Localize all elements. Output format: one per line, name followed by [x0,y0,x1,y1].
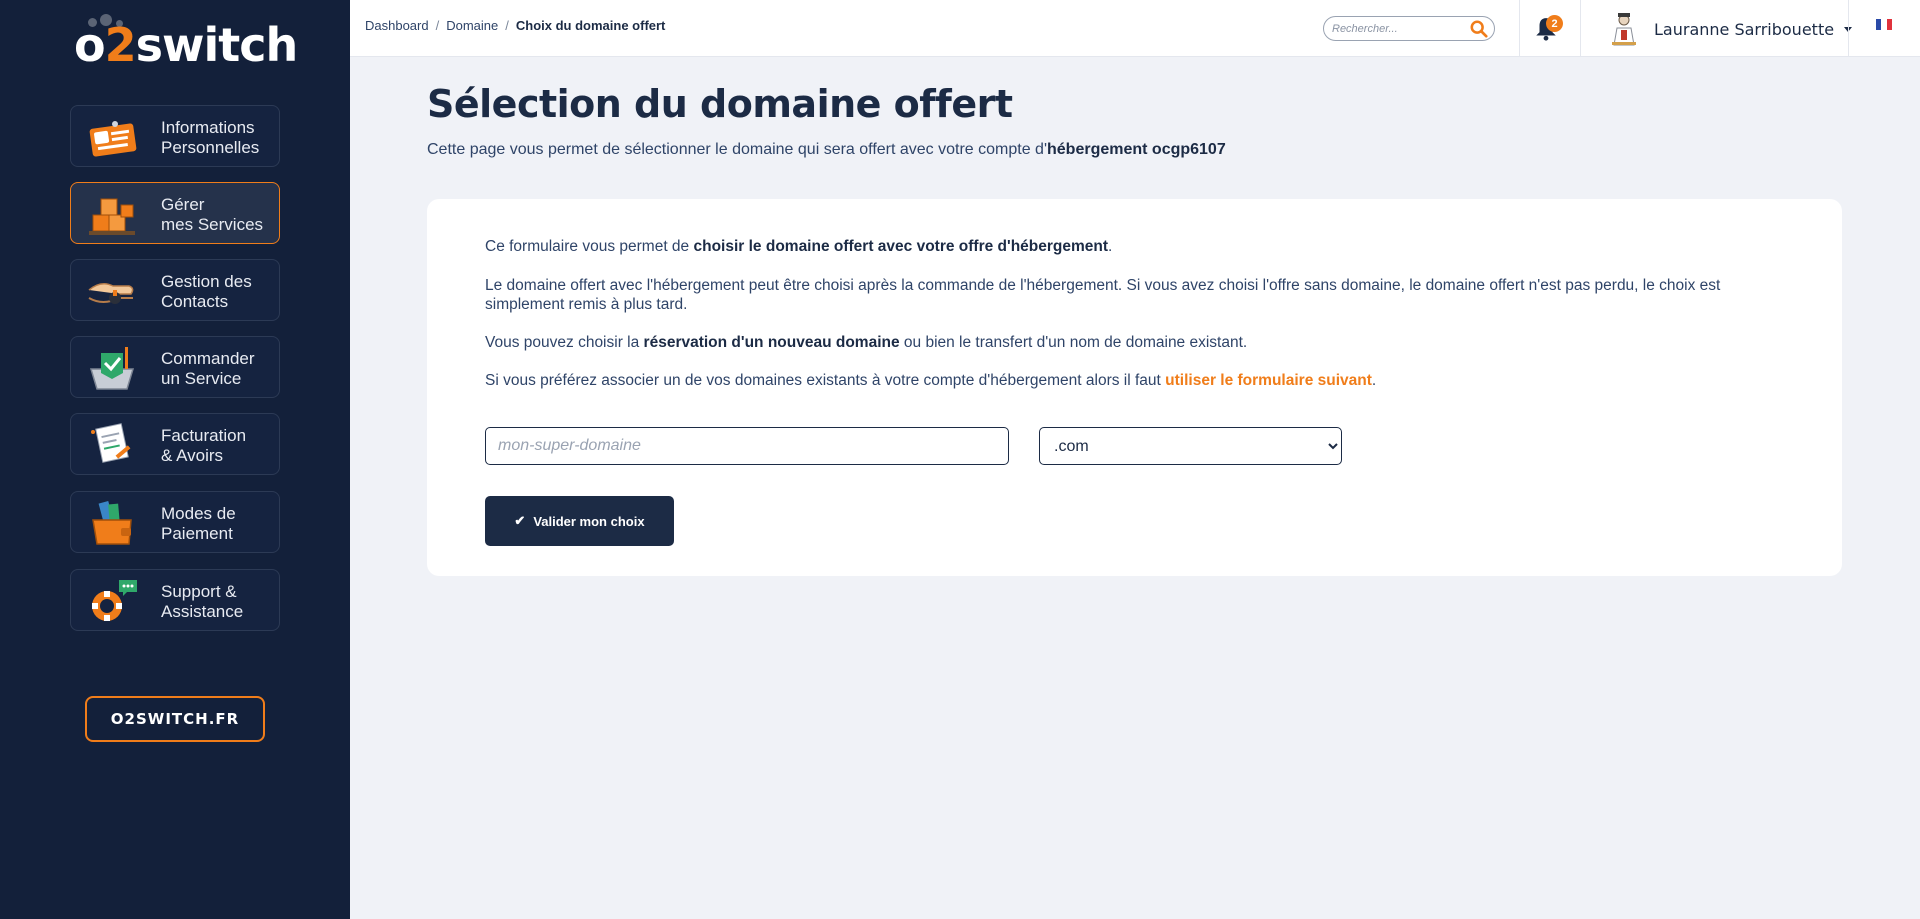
intro-paragraph: Ce formulaire vous permet de choisir le … [485,238,1113,255]
o2switch-logo[interactable]: o2switch [74,14,298,74]
user-name: Lauranne Sarribouette [1654,19,1835,39]
domain-name-input[interactable] [485,427,1009,465]
search-input[interactable] [1332,20,1462,38]
sidebar-item-commander-un-service[interactable]: Commander un Service [70,336,280,398]
sidebar: o2switch Informations Personnelles Gérer… [0,0,350,919]
notification-badge: 2 [1546,15,1563,32]
sidebar-item-modes-de-paiement[interactable]: Modes de Paiement [70,491,280,553]
topbar: Dashboard / Domaine / Choix du domaine offer… [350,0,1920,57]
breadcrumb-link-domaine[interactable]: Domaine [446,18,498,33]
sidebar-item-label: Support & Assistance [161,582,244,621]
breadcrumb-separator: / [505,18,509,33]
breadcrumb: Dashboard / Domaine / Choix du domaine offer… [365,18,665,33]
shopping-basket-icon [89,347,135,390]
sidebar-item-label: Modes de Paiement [161,504,236,543]
info-paragraph: Le domaine offert avec l'hébergement peu… [485,277,1721,313]
topbar-divider [1580,0,1581,57]
tld-select[interactable]: .com [1039,427,1342,465]
sidebar-item-gestion-des-contacts[interactable]: Gestion des Contacts [70,259,280,321]
domain-selection-card: Ce formulaire vous permet de choisir le … [427,199,1842,576]
validate-choice-label: Valider mon choix [533,513,645,529]
logo-text: o2switch [74,18,298,72]
boxes-icon [89,198,135,235]
sidebar-item-support-assistance[interactable]: Support & Assistance [70,569,280,631]
avatar [1612,13,1636,46]
sidebar-item-label: Informations Personnelles [161,118,260,157]
existing-domain-paragraph: Si vous préférez associer un de vos doma… [485,372,1377,389]
check-icon: ✔ [514,513,526,528]
search-box [1323,16,1495,41]
page-title: Sélection du domaine offert [427,82,1013,126]
existing-domain-form-link[interactable]: utiliser le formulaire suivant [1165,372,1372,389]
handshake-icon [88,283,134,304]
page-subtitle: Cette page vous permet de sélectionner l… [427,141,1226,158]
validate-choice-button[interactable]: ✔ Valider mon choix [485,496,674,546]
wallet-icon [92,501,132,545]
sidebar-item-label: Commander un Service [161,349,255,388]
hosting-account-name: hébergement ocgp6107 [1047,141,1226,158]
user-menu[interactable]: Lauranne Sarribouette [1608,12,1853,46]
sidebar-item-gerer-mes-services[interactable]: Gérer mes Services [70,182,280,244]
topbar-divider [1519,0,1520,57]
choice-paragraph: Vous pouvez choisir la réservation d'un … [485,334,1248,351]
o2switch-site-button[interactable]: O2SWITCH.FR [85,696,265,742]
breadcrumb-link-dashboard[interactable]: Dashboard [365,18,429,33]
invoice-icon [91,423,131,463]
lifebuoy-icon [92,580,137,621]
sidebar-item-label: Gestion des Contacts [161,272,252,311]
id-card-icon [89,121,137,157]
breadcrumb-current: Choix du domaine offert [515,18,666,33]
sidebar-item-label: Gérer mes Services [161,195,264,234]
search-icon[interactable] [1470,20,1488,38]
sidebar-item-label: Facturation & Avoirs [161,426,247,465]
topbar-divider [1848,0,1849,57]
sidebar-item-facturation-avoirs[interactable]: Facturation & Avoirs [70,413,280,475]
france-flag-icon[interactable] [1876,19,1892,30]
sidebar-item-informations-personnelles[interactable]: Informations Personnelles [70,105,280,167]
breadcrumb-separator: / [435,18,440,33]
